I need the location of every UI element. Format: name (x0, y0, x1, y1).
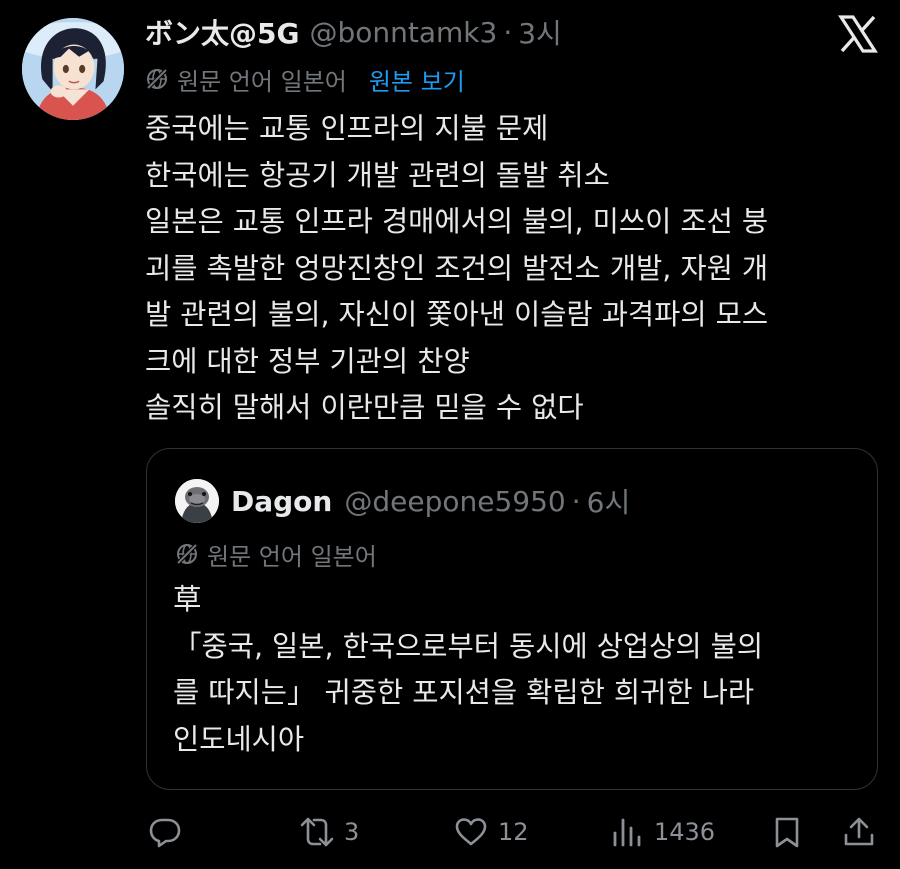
author-avatar[interactable] (22, 18, 124, 120)
views-icon (613, 818, 641, 847)
header-separator: · (503, 15, 513, 49)
globe-slash-icon (176, 543, 198, 565)
tweet-text-line: 크에 대한 정부 기관의 찬양 (145, 344, 470, 378)
fish-avatar-image (175, 479, 219, 523)
tweet-text-line: 일본은 교통 인프라 경매에서의 불의, 미쓰이 조선 붕 (145, 205, 769, 238)
views-button[interactable]: 1436 (610, 810, 715, 854)
quote-text-line: 「중국, 일본, 한국으로부터 동시에 상업상의 불의 (173, 629, 764, 663)
retweet-icon (300, 817, 334, 847)
quote-author-avatar[interactable] (175, 479, 219, 523)
author-display-name[interactable]: ボン太@5G (145, 12, 299, 52)
quoted-tweet-card[interactable]: Dagon @deepone5950 · 6시 원문 언어 일본어 草 「중국,… (146, 448, 878, 790)
quote-header-separator: · (571, 484, 581, 518)
quote-text: 草 「중국, 일본, 한국으로부터 동시에 상업상의 불의 를 따지는」 귀중한… (173, 577, 863, 763)
quote-translation-label: 원문 언어 일본어 (207, 542, 377, 571)
globe-slash-icon (146, 68, 168, 90)
translation-label: 원문 언어 일본어 (177, 67, 347, 96)
quote-author-handle[interactable]: @deepone5950 (344, 485, 565, 518)
bookmark-icon (775, 817, 799, 848)
tweet-header: ボン太@5G @bonntamk3 · 3시 (145, 12, 562, 52)
like-count: 12 (498, 818, 529, 846)
quote-time[interactable]: 6시 (587, 481, 631, 521)
views-count: 1436 (654, 818, 716, 846)
quote-text-line: 를 따지는」 귀중한 포지션을 확립한 희귀한 나라 (173, 676, 755, 709)
quote-text-line: 草 (173, 583, 202, 616)
tweet-text-line: 한국에는 항공기 개발 관련의 돌발 취소 (145, 158, 610, 192)
share-button[interactable] (842, 810, 876, 854)
quote-translation-info: 원문 언어 일본어 (175, 535, 377, 573)
reply-icon (149, 818, 181, 848)
x-logo-icon[interactable] (838, 14, 878, 54)
heart-icon (455, 818, 487, 846)
translation-info: 원문 언어 일본어 원본 보기 (145, 60, 465, 98)
anime-avatar-image (22, 18, 124, 120)
share-icon (844, 817, 874, 846)
author-handle[interactable]: @bonntamk3 (309, 16, 497, 49)
tweet-text-line: 발 관련의 불의, 자신이 쫓아낸 이슬람 과격파의 모스 (145, 298, 769, 331)
reply-button[interactable] (148, 810, 182, 854)
like-button[interactable]: 12 (454, 810, 529, 854)
tweet-text-line: 솔직히 말해서 이란만큼 믿을 수 없다 (145, 391, 584, 424)
quote-header: Dagon @deepone5950 · 6시 (231, 481, 630, 521)
bookmark-button[interactable] (770, 810, 804, 854)
retweet-button[interactable]: 3 (300, 810, 359, 854)
tweet-time[interactable]: 3시 (518, 12, 562, 52)
tweet-text-line: 괴를 촉발한 엉망진창인 조건의 발전소 개발, 자원 개 (145, 251, 769, 285)
quote-text-line: 인도네시아 (173, 722, 305, 756)
quote-author-display-name[interactable]: Dagon (231, 485, 332, 518)
show-original-link[interactable]: 원본 보기 (369, 62, 465, 97)
tweet-text: 중국에는 교통 인프라의 지불 문제 한국에는 항공기 개발 관련의 돌발 취소… (145, 106, 875, 432)
tweet-text-line: 중국에는 교통 인프라의 지불 문제 (145, 112, 549, 145)
retweet-count: 3 (344, 818, 360, 846)
